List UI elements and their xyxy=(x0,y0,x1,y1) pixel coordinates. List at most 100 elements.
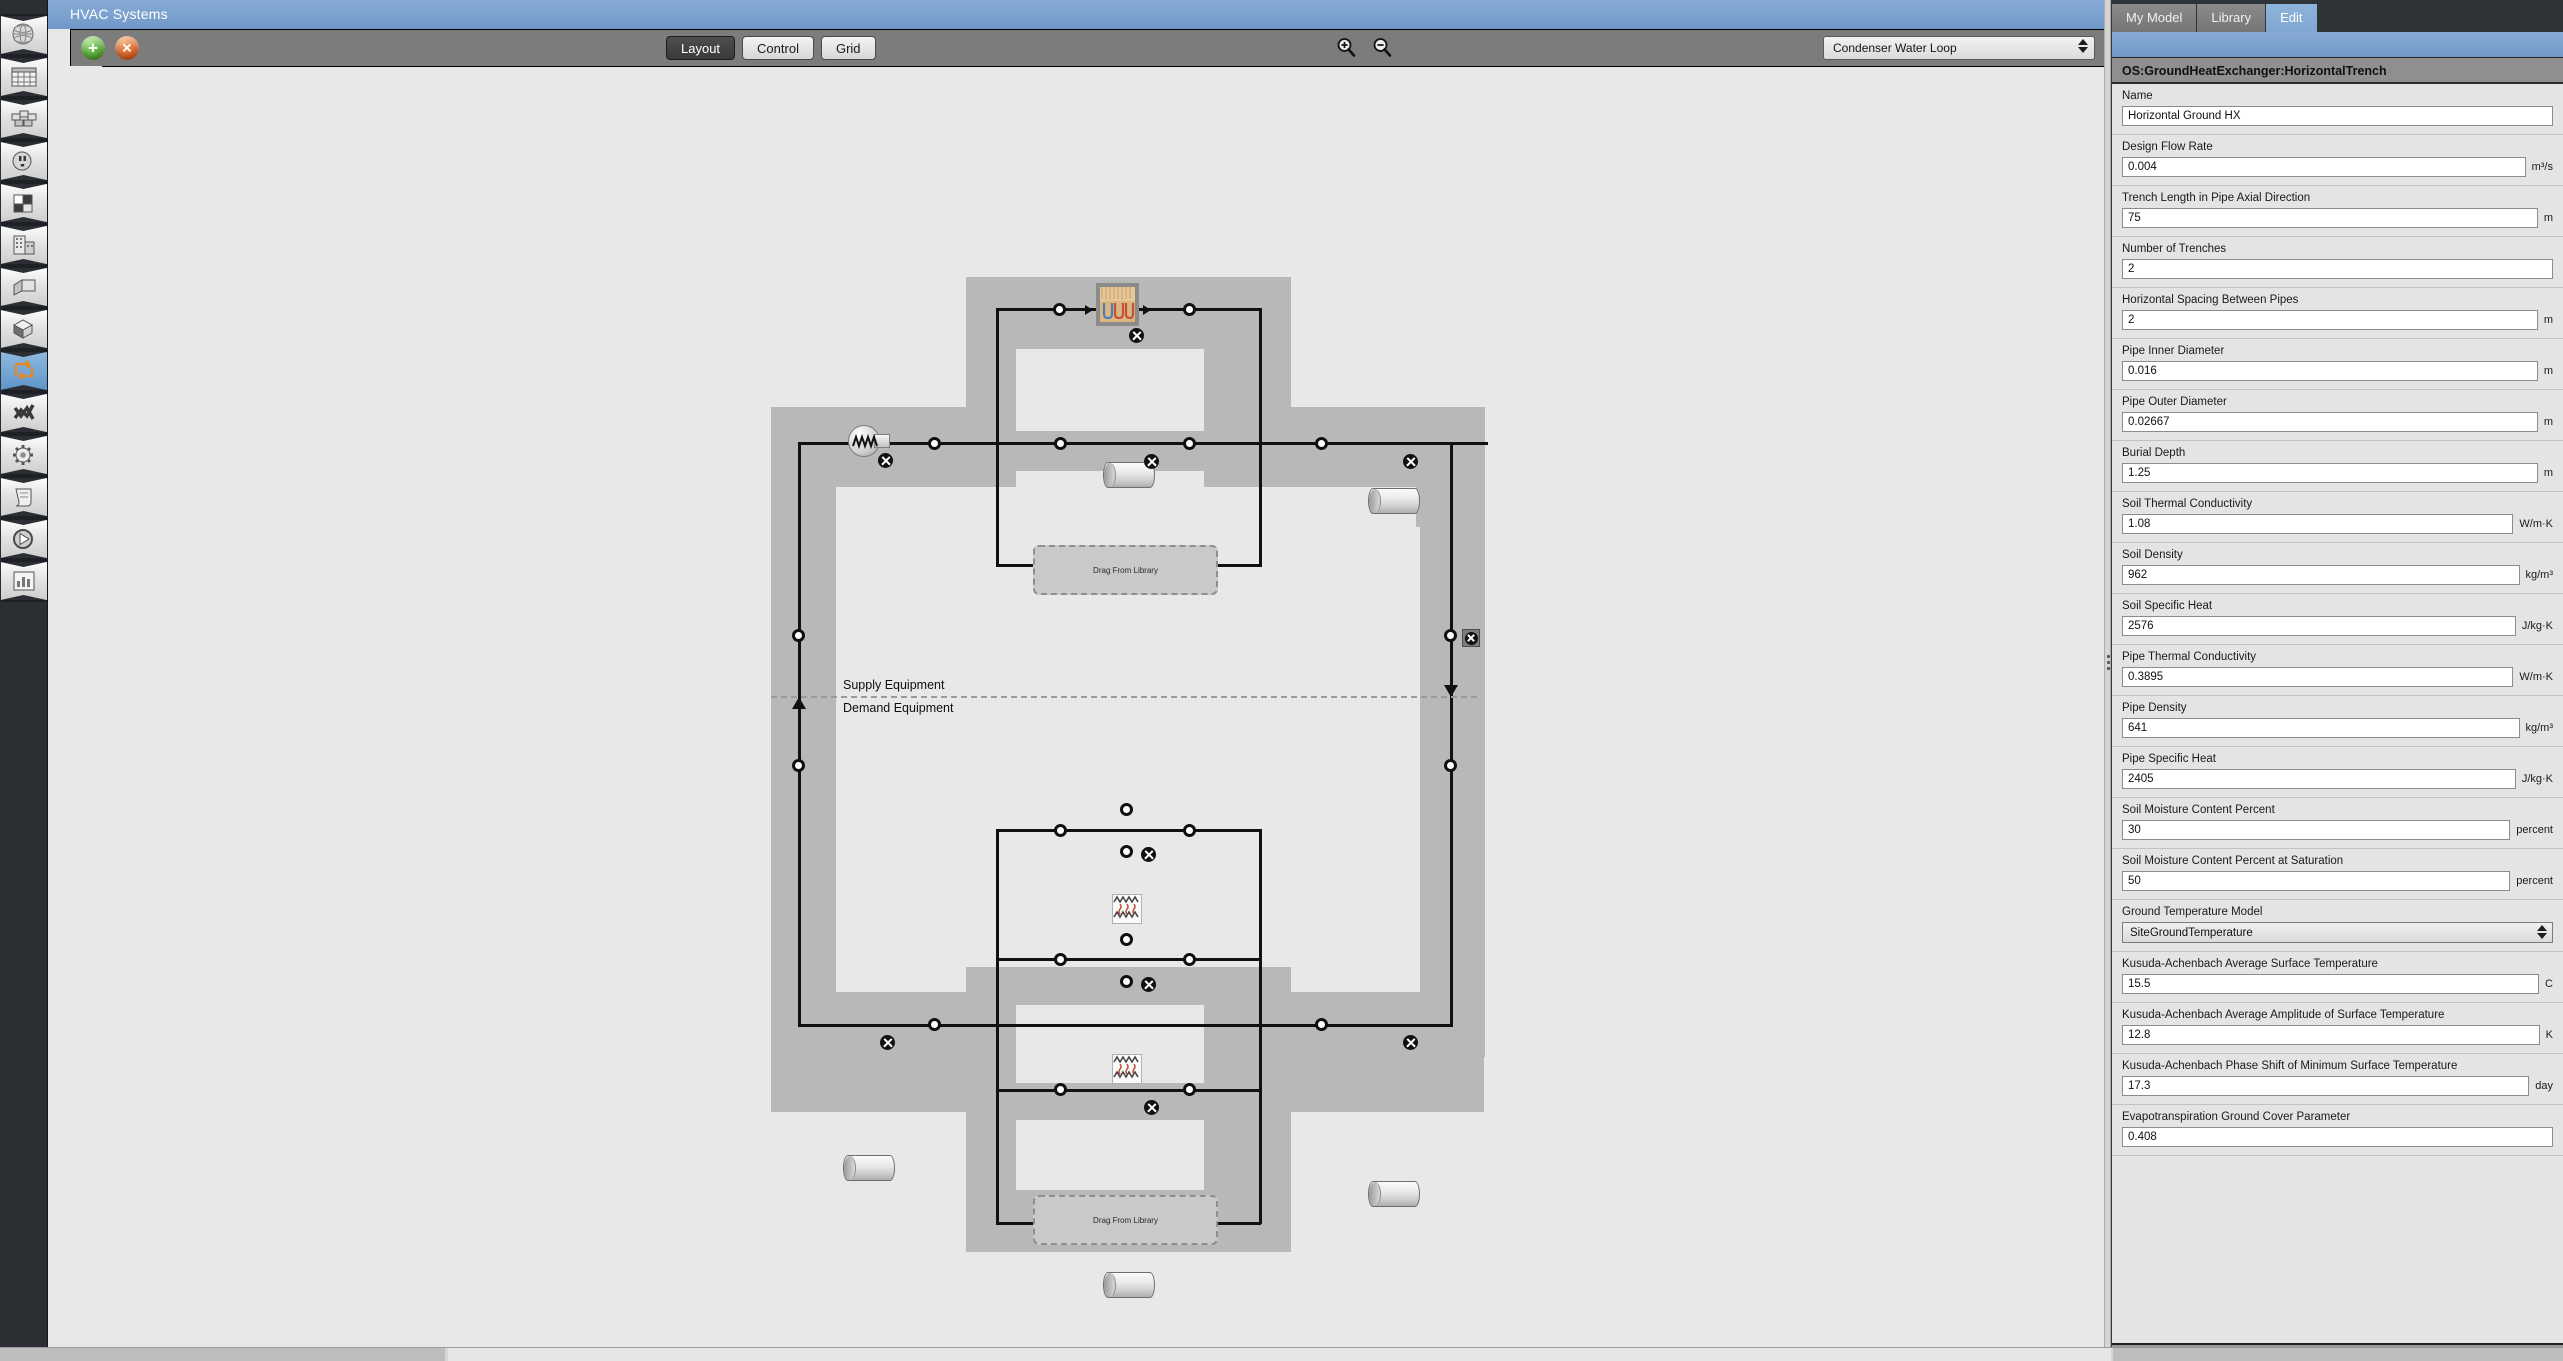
pump-variable-speed[interactable] xyxy=(848,425,890,457)
pipe-adiabatic-supply-outlet[interactable] xyxy=(1368,488,1420,514)
remove-heat-pump-2-button[interactable] xyxy=(1141,977,1156,992)
sidebar-item-run-simulation[interactable] xyxy=(0,518,47,560)
node-supply-outlet-inlet[interactable] xyxy=(1315,437,1328,450)
sidebar-item-hvac-systems[interactable] xyxy=(0,350,47,392)
panel-splitter[interactable] xyxy=(2104,0,2111,1361)
evapotranspiration-field[interactable] xyxy=(2122,1127,2553,1147)
sidebar-item-simulation-settings[interactable] xyxy=(0,434,47,476)
kusuda-avg-surface-temp-field[interactable] xyxy=(2122,974,2540,994)
kusuda-amplitude-field[interactable] xyxy=(2122,1025,2540,1045)
remove-pump-button[interactable] xyxy=(878,453,893,468)
sidebar-item-measures[interactable] xyxy=(0,392,47,434)
kusuda-avg-surface-temp-field-group: Kusuda-Achenbach Average Surface Tempera… xyxy=(2112,952,2563,1003)
view-mode-grid-button[interactable]: Grid xyxy=(820,36,876,60)
name-field[interactable] xyxy=(2122,106,2553,126)
pipe-thermal-conductivity-field[interactable] xyxy=(2122,667,2514,687)
soil-moisture-saturation-field[interactable] xyxy=(2122,871,2511,891)
pipe-adiabatic-demand-inlet[interactable] xyxy=(843,1155,895,1181)
evapotranspiration-field-label: Evapotranspiration Ground Cover Paramete… xyxy=(2122,1111,2351,1123)
kusuda-phase-shift-field[interactable] xyxy=(2122,1076,2530,1096)
sidebar-item-site[interactable] xyxy=(0,14,47,56)
remove-demand-bypass-pipe-button[interactable] xyxy=(1144,1100,1159,1115)
node-demand-inlet[interactable] xyxy=(928,1018,941,1031)
zoom-out-icon[interactable] xyxy=(1372,37,1392,62)
remove-demand-inlet-pipe-button[interactable] xyxy=(880,1035,895,1050)
sidebar-item-facility[interactable] xyxy=(0,224,47,266)
sidebar-item-spaces[interactable] xyxy=(0,266,47,308)
number-of-trenches-field[interactable] xyxy=(2122,259,2553,279)
node-demand-branch1-right[interactable] xyxy=(1183,824,1196,837)
water-to-water-heat-pump-2[interactable] xyxy=(1112,1054,1142,1084)
pipe-inner-diameter-field[interactable] xyxy=(2122,361,2538,381)
node-heat-pump-1-top[interactable] xyxy=(1120,803,1133,816)
zoom-in-icon[interactable] xyxy=(1336,37,1356,62)
burial-depth-field[interactable] xyxy=(2122,463,2538,483)
node-demand-branch2-left[interactable] xyxy=(1054,953,1067,966)
water-to-water-heat-pump-1[interactable] xyxy=(1112,894,1142,924)
node-supply-bypass-inlet[interactable] xyxy=(1054,437,1067,450)
scripts-icon xyxy=(9,484,39,510)
node-demand-bypass-inlet[interactable] xyxy=(1054,1083,1067,1096)
pipe-specific-heat-field[interactable] xyxy=(2122,769,2516,789)
sidebar-item-results-summary[interactable] xyxy=(0,560,47,602)
soil-specific-heat-field[interactable] xyxy=(2122,616,2516,636)
node-left-riser-lower[interactable] xyxy=(792,759,805,772)
node-right-riser-upper[interactable] xyxy=(1444,629,1457,642)
remove-loop-button[interactable]: ✕ xyxy=(115,36,139,60)
node-supply-top-right[interactable] xyxy=(1183,303,1196,316)
remove-heat-pump-1-button[interactable] xyxy=(1141,847,1156,862)
remove-supply-bypass-pipe-button[interactable] xyxy=(1144,454,1159,469)
ground-heat-exchanger-horizontal-trench[interactable] xyxy=(1096,283,1139,326)
node-demand-bypass-outlet[interactable] xyxy=(1183,1083,1196,1096)
sidebar-item-thermal-zones[interactable] xyxy=(0,308,47,350)
node-supply-top-left[interactable] xyxy=(1053,303,1066,316)
design-flow-rate-field[interactable] xyxy=(2122,157,2526,177)
remove-supply-outlet-pipe-button[interactable] xyxy=(1403,454,1418,469)
ground-temperature-model-select[interactable]: SiteGroundTemperature xyxy=(2122,922,2553,943)
node-heat-pump-1-bottom[interactable] xyxy=(1120,845,1133,858)
tab-my-model[interactable]: My Model xyxy=(2112,4,2198,32)
demand-equipment-label: Demand Equipment xyxy=(843,701,954,715)
sidebar-item-constructions[interactable] xyxy=(0,98,47,140)
horizontal-spacing-field[interactable] xyxy=(2122,310,2538,330)
supply-dropzone[interactable]: Drag From Library xyxy=(1033,545,1218,595)
loop-bottom-wire xyxy=(798,1024,1453,1027)
pipe-density-field[interactable] xyxy=(2122,718,2520,738)
pipe-outer-diameter-field[interactable] xyxy=(2122,412,2538,432)
pipe-adiabatic-demand-outlet[interactable] xyxy=(1368,1181,1420,1207)
sidebar-item-scripts[interactable] xyxy=(0,476,47,518)
remove-ground-heat-exchanger-button[interactable] xyxy=(1129,328,1144,343)
node-heat-pump-2-top[interactable] xyxy=(1120,933,1133,946)
flow-direction-up-arrow xyxy=(792,697,806,709)
trench-length-field[interactable] xyxy=(2122,208,2538,228)
tab-library[interactable]: Library xyxy=(2197,4,2267,32)
node-heat-pump-2-bottom[interactable] xyxy=(1120,975,1133,988)
add-loop-button[interactable]: + xyxy=(81,36,105,60)
trench-length-field-row: m xyxy=(2122,208,2553,228)
demand-dropzone[interactable]: Drag From Library xyxy=(1033,1195,1218,1245)
sidebar-item-schedules[interactable] xyxy=(0,56,47,98)
node-supply-bypass-outlet[interactable] xyxy=(1183,437,1196,450)
remove-right-riser-node-button[interactable] xyxy=(1462,629,1480,647)
node-demand-outlet[interactable] xyxy=(1315,1018,1328,1031)
view-mode-control-button[interactable]: Control xyxy=(742,36,814,60)
inspector-form[interactable]: Name Design Flow Rate m³/s Trench Length in… xyxy=(2112,84,2563,1343)
view-mode-layout-button[interactable]: Layout xyxy=(666,36,736,60)
node-pump-outlet[interactable] xyxy=(928,437,941,450)
loop-selector-dropdown[interactable]: Condenser Water Loop xyxy=(1823,36,2095,60)
node-demand-branch1-left[interactable] xyxy=(1054,824,1067,837)
loop-diagram-canvas[interactable]: Drag From Library Supply Equipment Deman… xyxy=(102,66,2159,1343)
remove-demand-outlet-pipe-button[interactable] xyxy=(1403,1035,1418,1050)
soil-moisture-content-field[interactable] xyxy=(2122,820,2511,840)
node-left-riser-upper[interactable] xyxy=(792,629,805,642)
pipe-density-field-group: Pipe Density kg/m³ xyxy=(2112,696,2563,747)
node-right-riser-lower[interactable] xyxy=(1444,759,1457,772)
node-demand-branch2-right[interactable] xyxy=(1183,953,1196,966)
pipe-adiabatic-demand-bypass[interactable] xyxy=(1103,1272,1155,1298)
soil-thermal-conductivity-field[interactable] xyxy=(2122,514,2514,534)
sidebar-item-loads[interactable] xyxy=(0,140,47,182)
sidebar-item-space-types[interactable] xyxy=(0,182,47,224)
soil-density-field[interactable] xyxy=(2122,565,2520,585)
window-title-bar: HVAC Systems xyxy=(48,0,2111,29)
tab-edit[interactable]: Edit xyxy=(2266,4,2318,32)
